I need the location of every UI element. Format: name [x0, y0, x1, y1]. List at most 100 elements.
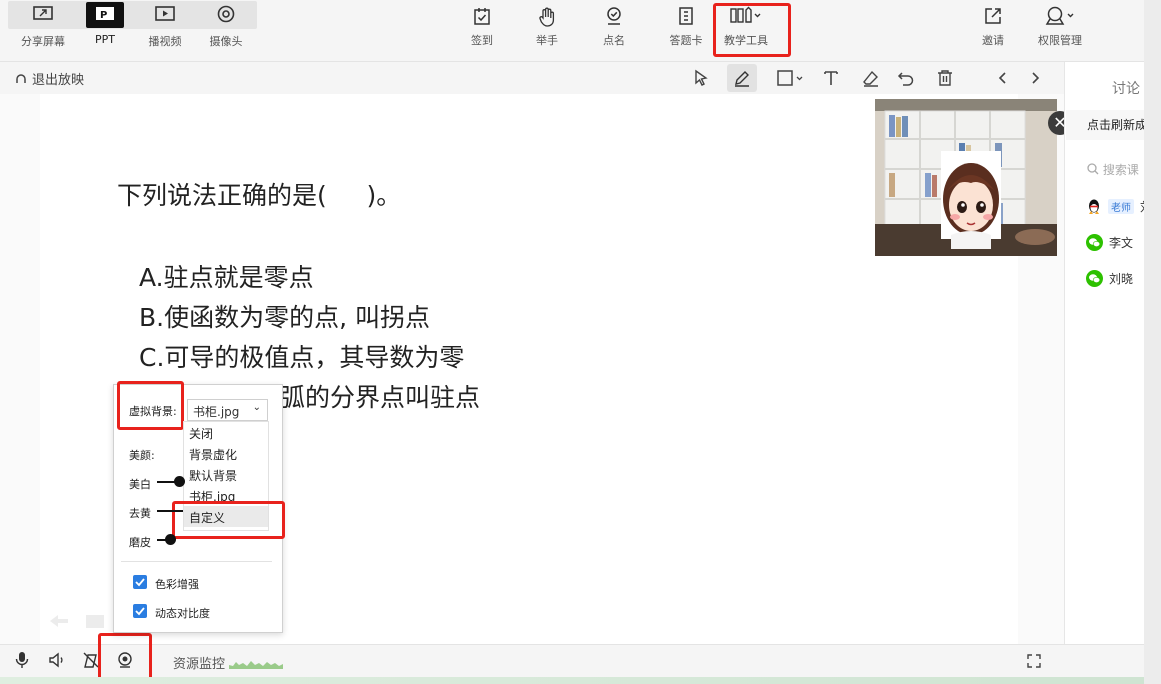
- clear-tool[interactable]: [930, 64, 960, 92]
- exit-show-label: 退出放映: [32, 73, 85, 88]
- answer-card-icon: [679, 7, 693, 25]
- permission-label: 权限管理: [1038, 34, 1082, 47]
- trash-icon: [938, 70, 952, 86]
- denoise-slider[interactable]: [157, 510, 183, 512]
- play-video-button[interactable]: 播视频: [134, 0, 196, 54]
- camera-button[interactable]: 摄像头: [195, 0, 257, 54]
- invite-icon: [985, 8, 1001, 24]
- undo-tool[interactable]: [891, 64, 921, 92]
- roll-call-button[interactable]: 点名: [584, 0, 644, 56]
- wechat-icon: [1086, 269, 1103, 287]
- member-teacher[interactable]: 老师 刘: [1086, 196, 1152, 216]
- bottom-bar: [0, 644, 1144, 678]
- pen-icon: [735, 71, 749, 87]
- play-video-icon: [155, 6, 175, 21]
- microphone-icon[interactable]: [14, 651, 30, 669]
- eraser-tool[interactable]: [856, 64, 886, 92]
- bg-option-default[interactable]: 默认背景: [189, 467, 237, 484]
- color-enhance-checkbox[interactable]: [133, 575, 147, 589]
- check-icon: [135, 607, 145, 616]
- selected-background: 书柜.jpg: [193, 405, 240, 419]
- shape-tool[interactable]: [770, 64, 810, 92]
- virtual-background-select[interactable]: 书柜.jpg ⌄: [187, 399, 268, 421]
- chevron-right-icon: [1032, 72, 1040, 84]
- permission-icon: [1045, 6, 1074, 25]
- member-search-input[interactable]: 搜索课: [1087, 161, 1139, 178]
- slide-option-d: 弧的分界点叫驻点: [280, 383, 481, 412]
- camera-button-highlight: [98, 633, 152, 683]
- member-item[interactable]: 刘晓: [1086, 268, 1133, 288]
- pointer-tool[interactable]: [686, 64, 716, 92]
- refresh-link[interactable]: 点击刷新成: [1066, 110, 1144, 140]
- roll-call-label: 点名: [603, 34, 625, 47]
- share-screen-icon: [33, 6, 53, 20]
- eraser-icon: [863, 70, 878, 87]
- camera-icon: [217, 5, 235, 23]
- text-icon: [824, 71, 838, 85]
- whiten-slider-handle[interactable]: [174, 476, 185, 487]
- raise-hand-label: 举手: [536, 34, 558, 47]
- teaching-tools-highlight: [713, 3, 791, 57]
- camera-preview: [875, 99, 1057, 256]
- invite-button[interactable]: 邀请: [963, 0, 1023, 56]
- denoise-label: 去黄: [129, 507, 151, 520]
- answer-card-label: 答题卡: [669, 34, 703, 47]
- svg-text:P: P: [100, 10, 107, 21]
- fullscreen-icon[interactable]: [1026, 653, 1042, 669]
- slide-list-icon[interactable]: [84, 613, 106, 629]
- checkin-button[interactable]: 签到: [452, 0, 512, 56]
- discussion-tab[interactable]: 讨论: [1112, 78, 1140, 98]
- wechat-icon: [1086, 233, 1103, 251]
- slide-question: 下列说法正确的是( )。: [117, 181, 402, 210]
- share-screen-label: 分享屏幕: [21, 35, 65, 48]
- play-video-label: 播视频: [148, 35, 182, 48]
- dynamic-contrast-checkbox[interactable]: [133, 604, 147, 618]
- popup-divider: [121, 561, 272, 562]
- camera-label: 摄像头: [209, 35, 243, 48]
- rectangle-icon: [777, 70, 803, 86]
- text-tool[interactable]: [816, 64, 846, 92]
- cursor-icon: [695, 69, 708, 86]
- exit-icon: [16, 73, 26, 83]
- dynamic-contrast-label: 动态对比度: [155, 607, 210, 620]
- roll-call-icon: [607, 7, 621, 25]
- whiten-label: 美白: [129, 478, 151, 491]
- resource-graph-icon: [229, 661, 284, 669]
- discussion-panel: [1064, 62, 1144, 684]
- member-item[interactable]: 李文: [1086, 232, 1133, 252]
- bottom-decoration: [0, 677, 1144, 684]
- pen-tool[interactable]: [727, 64, 757, 92]
- bg-option-off[interactable]: 关闭: [189, 425, 213, 442]
- ppt-label: PPT: [95, 33, 115, 46]
- window-edge: [1144, 0, 1161, 684]
- resource-monitor-label: 资源监控: [173, 657, 226, 672]
- slide-option-a: A.驻点就是零点: [139, 263, 314, 292]
- raise-hand-button[interactable]: 举手: [517, 0, 577, 56]
- beauty-label: 美颜:: [129, 449, 155, 462]
- answer-card-button[interactable]: 答题卡: [656, 0, 716, 56]
- speaker-icon[interactable]: [48, 651, 66, 669]
- ppt-button[interactable]: P PPT: [74, 0, 136, 54]
- virtual-background-highlight: [117, 381, 184, 430]
- check-icon: [135, 578, 145, 587]
- prev-page-button[interactable]: [988, 64, 1018, 92]
- qq-penguin-icon: [1089, 199, 1099, 214]
- resource-monitor[interactable]: 资源监控: [173, 653, 284, 672]
- color-enhance-label: 色彩增强: [155, 578, 199, 591]
- permission-button[interactable]: 权限管理: [1030, 0, 1090, 56]
- undo-icon: [897, 72, 914, 86]
- next-page-button[interactable]: [1020, 64, 1050, 92]
- raise-hand-icon: [539, 7, 555, 27]
- smooth-slider-handle[interactable]: [165, 534, 176, 545]
- bg-option-blur[interactable]: 背景虚化: [189, 446, 237, 463]
- slide-option-c: C.可导的极值点，其导数为零: [139, 343, 465, 372]
- bookshelf-background-image: [875, 99, 1057, 256]
- chevron-left-icon: [998, 72, 1006, 84]
- checkin-label: 签到: [471, 34, 493, 47]
- ppt-icon: P: [96, 7, 114, 21]
- share-screen-button[interactable]: 分享屏幕: [12, 0, 74, 54]
- exit-show-button[interactable]: 退出放映: [14, 69, 84, 88]
- slide-prev-arrow-icon[interactable]: [48, 613, 70, 629]
- invite-label: 邀请: [982, 34, 1004, 47]
- search-icon: [1087, 163, 1099, 175]
